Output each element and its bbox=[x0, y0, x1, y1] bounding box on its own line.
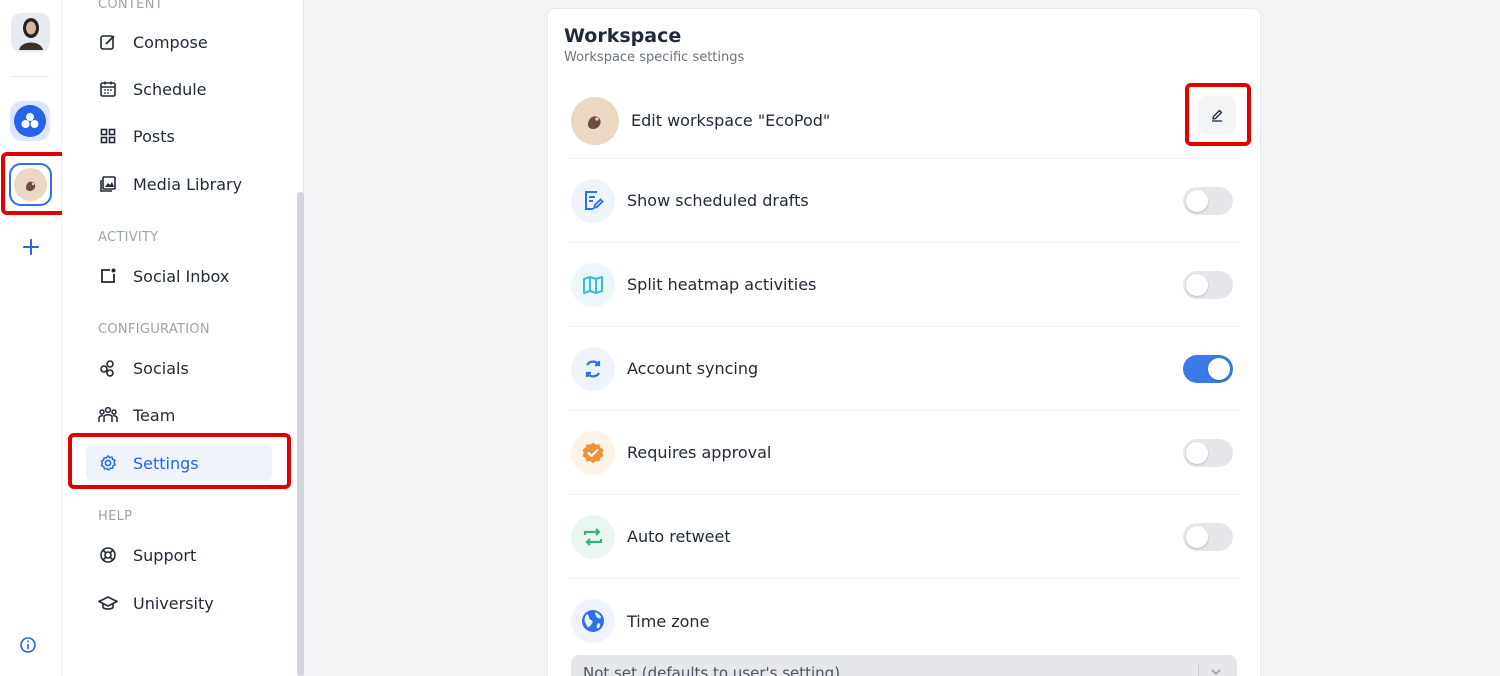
setting-row-split-heatmap: Split heatmap activities bbox=[568, 243, 1238, 327]
edit-workspace-label: Edit workspace "EcoPod" bbox=[631, 111, 831, 130]
sidebar-item-label: Support bbox=[133, 545, 197, 565]
sidebar-item-label: Socials bbox=[133, 358, 189, 378]
graduation-cap-icon bbox=[98, 593, 118, 613]
highlight-settings bbox=[68, 433, 291, 489]
chevron-down-icon bbox=[1209, 665, 1223, 676]
timezone-select[interactable]: Not set (defaults to user's setting) bbox=[571, 655, 1237, 676]
compose-icon bbox=[98, 32, 118, 52]
sidebar-item-schedule[interactable]: Schedule bbox=[86, 71, 272, 107]
image-gallery-icon bbox=[98, 174, 118, 194]
card-subtitle: Workspace specific settings bbox=[564, 50, 745, 65]
sidebar-item-posts[interactable]: Posts bbox=[86, 118, 272, 154]
sidebar: CONTENT Compose Schedule Posts Media Lib… bbox=[62, 0, 304, 676]
sidebar-item-label: Media Library bbox=[133, 174, 243, 194]
calendar-icon bbox=[98, 79, 118, 99]
workspace-switch-main[interactable] bbox=[10, 101, 50, 141]
workspace-rail bbox=[0, 0, 67, 676]
sidebar-item-social-inbox[interactable]: Social Inbox bbox=[86, 258, 272, 294]
sidebar-section-activity: ACTIVITY bbox=[98, 230, 159, 245]
user-portrait-icon bbox=[18, 17, 43, 50]
sidebar-item-socials[interactable]: Socials bbox=[86, 350, 272, 386]
toggle-requires-approval[interactable] bbox=[1183, 438, 1233, 467]
setting-label: Auto retweet bbox=[627, 527, 731, 546]
user-avatar[interactable] bbox=[11, 13, 50, 52]
setting-label: Account syncing bbox=[627, 359, 759, 378]
globe-icon bbox=[571, 599, 615, 643]
rail-divider bbox=[12, 76, 49, 77]
sidebar-item-support[interactable]: Support bbox=[86, 537, 272, 573]
sidebar-scrollbar[interactable] bbox=[297, 192, 304, 676]
setting-label: Split heatmap activities bbox=[627, 275, 817, 294]
setting-label: Show scheduled drafts bbox=[627, 191, 809, 210]
pencil-icon bbox=[1212, 109, 1223, 122]
workspace-avatar bbox=[571, 96, 619, 145]
setting-row-time-zone: Time zone bbox=[568, 579, 1238, 663]
retweet-icon bbox=[571, 514, 615, 559]
setting-row-auto-retweet: Auto retweet bbox=[568, 495, 1238, 579]
timezone-value: Not set (defaults to user's setting) bbox=[583, 664, 841, 676]
grid-icon bbox=[98, 126, 118, 146]
sidebar-item-label: University bbox=[133, 593, 214, 613]
sidebar-item-team[interactable]: Team bbox=[86, 397, 272, 433]
sidebar-item-compose[interactable]: Compose bbox=[86, 24, 272, 60]
workspace-logo-icon bbox=[14, 105, 46, 137]
sidebar-item-label: Social Inbox bbox=[133, 266, 230, 286]
map-icon bbox=[571, 262, 615, 307]
team-icon bbox=[98, 405, 118, 425]
workspace-switch-ecopod[interactable] bbox=[9, 163, 52, 206]
sidebar-item-media-library[interactable]: Media Library bbox=[86, 166, 272, 202]
setting-row-account-syncing: Account syncing bbox=[568, 327, 1238, 411]
sidebar-item-label: Posts bbox=[133, 126, 175, 146]
add-workspace-icon[interactable] bbox=[19, 236, 43, 260]
sidebar-item-label: Compose bbox=[133, 32, 208, 52]
edit-workspace-row: Edit workspace "EcoPod" bbox=[568, 83, 1238, 159]
card-title: Workspace bbox=[564, 25, 682, 47]
workspace-settings-card: Workspace Workspace specific settings Ed… bbox=[547, 8, 1261, 676]
ecopod-logo-icon bbox=[14, 168, 47, 201]
edit-workspace-button[interactable] bbox=[1198, 96, 1236, 134]
toggle-split-heatmap[interactable] bbox=[1183, 270, 1233, 299]
toggle-auto-retweet[interactable] bbox=[1183, 522, 1233, 551]
approval-badge-icon bbox=[571, 430, 615, 475]
inbox-icon bbox=[98, 266, 118, 286]
toggle-account-syncing[interactable] bbox=[1183, 354, 1233, 383]
setting-row-scheduled-drafts: Show scheduled drafts bbox=[568, 159, 1238, 243]
info-icon[interactable] bbox=[19, 636, 37, 654]
drafts-icon bbox=[571, 178, 615, 223]
sidebar-item-label: Team bbox=[133, 405, 176, 425]
setting-label: Time zone bbox=[627, 611, 710, 631]
select-separator bbox=[1198, 663, 1199, 676]
sidebar-section-content: CONTENT bbox=[98, 0, 163, 12]
toggle-scheduled-drafts[interactable] bbox=[1183, 186, 1233, 215]
socials-icon bbox=[98, 358, 118, 378]
sidebar-section-help: HELP bbox=[98, 509, 133, 524]
ecopod-logo-icon bbox=[588, 115, 601, 129]
lifebuoy-icon bbox=[98, 545, 118, 565]
setting-row-requires-approval: Requires approval bbox=[568, 411, 1238, 495]
setting-label: Requires approval bbox=[627, 443, 772, 462]
sidebar-item-university[interactable]: University bbox=[86, 585, 272, 621]
sync-icon bbox=[571, 346, 615, 391]
sidebar-section-configuration: CONFIGURATION bbox=[98, 322, 210, 337]
sidebar-item-label: Schedule bbox=[133, 79, 207, 99]
